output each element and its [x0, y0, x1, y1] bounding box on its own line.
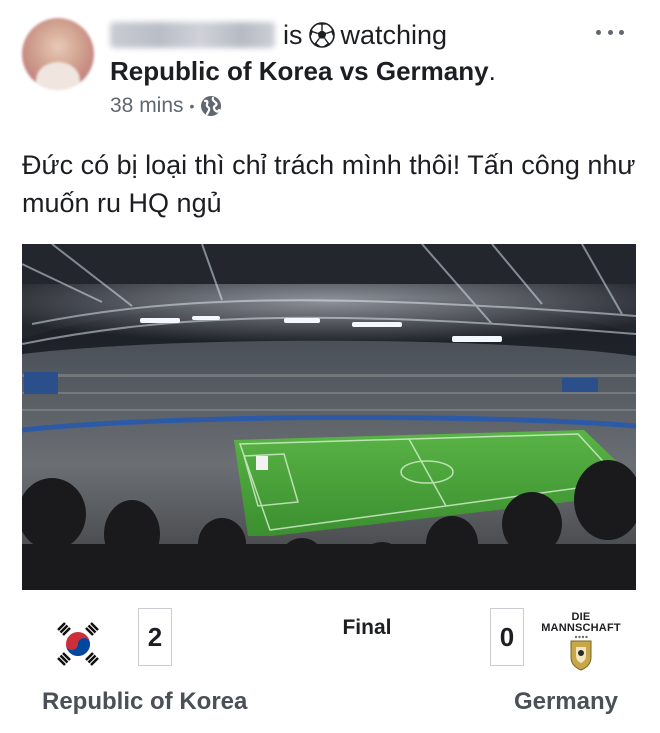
post-timestamp[interactable]: 38 mins	[110, 94, 184, 118]
away-score: 0	[490, 608, 524, 666]
author-name-blurred[interactable]	[110, 22, 275, 48]
home-team-name[interactable]: Republic of Korea	[42, 688, 247, 716]
activity-target-text[interactable]: Republic of Korea vs Germany	[110, 56, 489, 86]
stadium-illustration	[22, 244, 636, 590]
facebook-post: is watching Republic of Korea vs Germany…	[0, 0, 660, 733]
more-options-icon[interactable]	[592, 20, 628, 44]
activity-target-suffix: .	[488, 56, 496, 86]
home-score: 2	[138, 608, 172, 666]
activity-target[interactable]: Republic of Korea vs Germany.	[110, 56, 496, 87]
stadium-photo[interactable]	[22, 244, 636, 590]
activity-verb: watching	[340, 19, 448, 50]
away-team-name[interactable]: Germany	[514, 688, 618, 716]
author-avatar[interactable]	[22, 18, 94, 90]
activity-prefix: is	[283, 19, 303, 50]
more-dot	[596, 29, 601, 35]
more-dot	[607, 29, 613, 35]
post-status-text: Đức có bị loại thì chỉ trách mình thôi! …	[22, 150, 636, 218]
post-header-activity: is watching	[110, 18, 447, 52]
korea-flag-icon	[57, 622, 99, 666]
germany-crest-icon: DIE MANNSCHAFT	[538, 612, 624, 674]
more-dot	[619, 29, 624, 35]
match-status: Final	[342, 616, 392, 639]
soccer-ball-icon	[308, 22, 335, 48]
crest-line-2: MANNSCHAFT	[541, 622, 621, 634]
post-meta: 38 mins •	[110, 94, 222, 118]
crest-emblem	[570, 635, 592, 671]
globe-icon[interactable]	[200, 95, 222, 117]
meta-separator: •	[189, 98, 195, 114]
